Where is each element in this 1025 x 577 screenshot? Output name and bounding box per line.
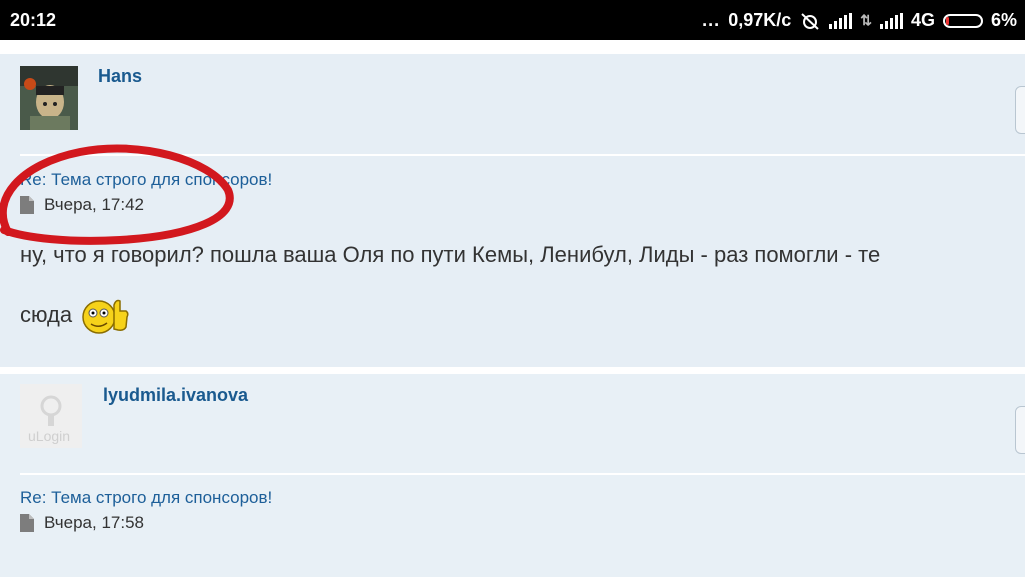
net-speed: 0,97K/c <box>728 10 792 30</box>
post-divider-2 <box>20 473 1025 475</box>
status-time: 20:12 <box>10 10 57 30</box>
post-username[interactable]: Hans <box>98 66 142 87</box>
more-notifications-icon: ... <box>702 10 721 30</box>
post-options-button[interactable] <box>1015 86 1025 134</box>
avatar-ulogin[interactable]: uLogin <box>20 384 82 448</box>
post-body-line-2: сюда <box>20 285 1025 345</box>
post-meta-2: Вчера, 17:58 <box>20 513 144 533</box>
post-options-button-2[interactable] <box>1015 406 1025 454</box>
battery-icon <box>942 13 983 28</box>
signal-icon <box>829 12 853 29</box>
post-card-2: uLogin lyudmila.ivanova Re: Тема строго … <box>0 374 1025 577</box>
avatar-label: uLogin <box>28 428 71 444</box>
post-timestamp-2: Вчера, 17:58 <box>44 513 144 532</box>
data-arrows-icon: ⇅ <box>860 12 872 28</box>
red-circle-annotation <box>0 144 234 245</box>
signal-icon-2 <box>879 12 903 29</box>
network-type: 4G <box>910 10 935 30</box>
alarm-off-icon <box>799 12 821 30</box>
avatar[interactable] <box>20 66 78 130</box>
post-separator <box>0 367 1025 374</box>
status-bar: 20:12 ... 0,97K/c ⇅ 4G 6% <box>0 0 1025 40</box>
post-body-text: сюда <box>20 302 73 327</box>
battery-percent: 6% <box>990 10 1017 30</box>
post-title-link-2[interactable]: Re: Тема строго для спонсоров! <box>20 488 272 508</box>
post-username-2[interactable]: lyudmila.ivanova <box>103 385 248 406</box>
document-icon <box>20 514 34 532</box>
status-icons: ... 0,97K/c ⇅ 4G 6% <box>702 10 1017 31</box>
thumbs-up-smiley-icon <box>80 297 130 335</box>
battery-level <box>945 16 949 25</box>
